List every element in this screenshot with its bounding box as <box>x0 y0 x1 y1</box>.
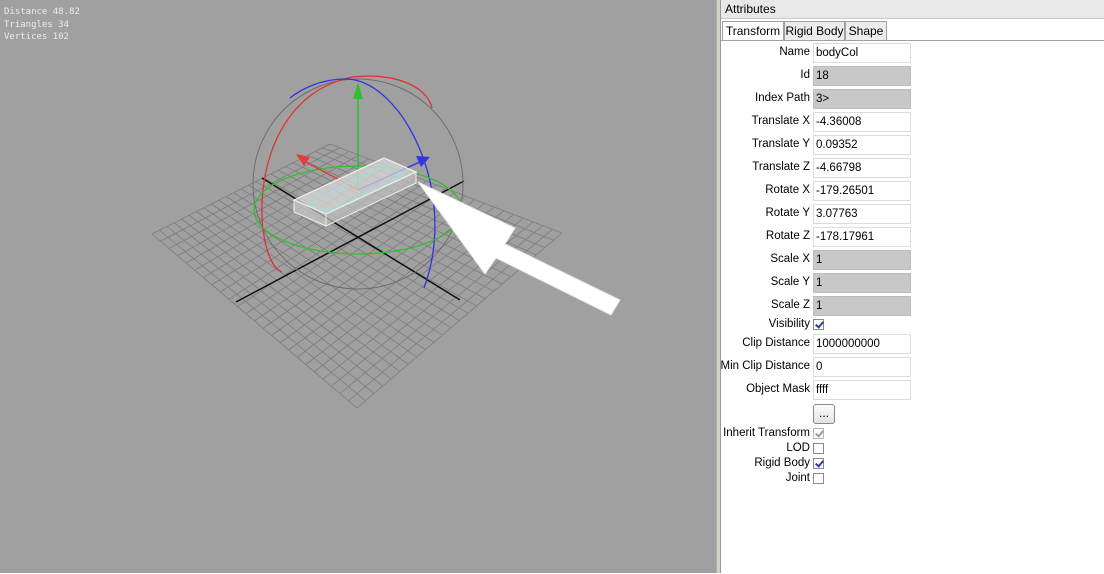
translate-y-input[interactable]: 0.09352 <box>813 135 911 155</box>
rotate-z-label: Rotate Z <box>765 230 810 242</box>
rigid-body-checkbox[interactable] <box>813 458 824 469</box>
translate-y-label: Translate Y <box>751 138 810 150</box>
scale-x-input[interactable]: 1 <box>813 250 911 270</box>
translate-z-label: Translate Z <box>752 161 810 173</box>
triangles-stat: Triangles 34 <box>4 19 70 30</box>
visibility-checkbox[interactable] <box>813 319 824 330</box>
gizmo-z-arrowhead <box>416 156 430 167</box>
lod-checkbox[interactable] <box>813 443 824 454</box>
transform-tab-content: Name bodyCol Id 18 Index Path 3> Translate X -4… <box>721 40 1104 574</box>
scene-stats: Distance 48.82 Triangles 34 Vertices 102 <box>4 6 80 44</box>
rigid-body-label: Rigid Body <box>754 457 810 469</box>
3d-viewport[interactable]: Distance 48.82 Triangles 34 Vertices 102 <box>0 0 716 573</box>
rotate-x-label: Rotate X <box>765 184 810 196</box>
pointer-arrow <box>417 181 621 316</box>
gizmo-y-arrowhead <box>353 82 363 99</box>
name-input[interactable]: bodyCol <box>813 43 911 63</box>
rotate-y-label: Rotate Y <box>765 207 810 219</box>
object-mask-input[interactable]: ffff <box>813 380 911 400</box>
distance-stat: Distance 48.82 <box>4 7 80 17</box>
rotate-y-input[interactable]: 3.07763 <box>813 204 911 224</box>
clip-distance-input[interactable]: 1000000000 <box>813 334 911 354</box>
lod-label: LOD <box>786 442 810 454</box>
grid-line <box>271 195 466 336</box>
min-clip-distance-input[interactable]: 0 <box>813 357 911 377</box>
id-label: Id <box>800 69 810 81</box>
visibility-label: Visibility <box>768 318 810 330</box>
tab-shape[interactable]: Shape <box>845 21 887 40</box>
index-path-input[interactable]: 3> <box>813 89 911 109</box>
scale-z-label: Scale Z <box>771 299 810 311</box>
clip-distance-label: Clip Distance <box>742 337 810 349</box>
inherit-transform-label: Inherit Transform <box>723 427 810 439</box>
joint-checkbox[interactable] <box>813 473 824 484</box>
rotate-x-input[interactable]: -179.26501 <box>813 181 911 201</box>
grid-line <box>262 191 456 329</box>
scale-y-input[interactable]: 1 <box>813 273 911 293</box>
attributes-panel: Attributes Transform Rigid Body Shape Na… <box>720 0 1104 573</box>
translate-x-label: Translate X <box>751 115 810 127</box>
more-options-button[interactable]: ... <box>813 404 835 424</box>
translate-z-input[interactable]: -4.66798 <box>813 158 911 178</box>
index-path-label: Index Path <box>755 92 810 104</box>
name-label: Name <box>779 46 810 58</box>
inherit-transform-checkbox[interactable] <box>813 428 824 439</box>
scale-z-input[interactable]: 1 <box>813 296 911 316</box>
object-mask-label: Object Mask <box>746 383 810 395</box>
tab-rigid-body[interactable]: Rigid Body <box>784 21 845 40</box>
min-clip-distance-label: Min Clip Distance <box>720 360 810 372</box>
translate-x-input[interactable]: -4.36008 <box>813 112 911 132</box>
id-input[interactable]: 18 <box>813 66 911 86</box>
panel-title: Attributes <box>721 0 1104 19</box>
scale-x-label: Scale X <box>770 253 810 265</box>
rotate-z-input[interactable]: -178.17961 <box>813 227 911 247</box>
joint-label: Joint <box>785 472 810 484</box>
scene-canvas[interactable] <box>0 0 716 573</box>
scale-y-label: Scale Y <box>770 276 810 288</box>
vertices-stat: Vertices 102 <box>4 32 70 42</box>
tab-transform[interactable]: Transform <box>722 21 784 41</box>
